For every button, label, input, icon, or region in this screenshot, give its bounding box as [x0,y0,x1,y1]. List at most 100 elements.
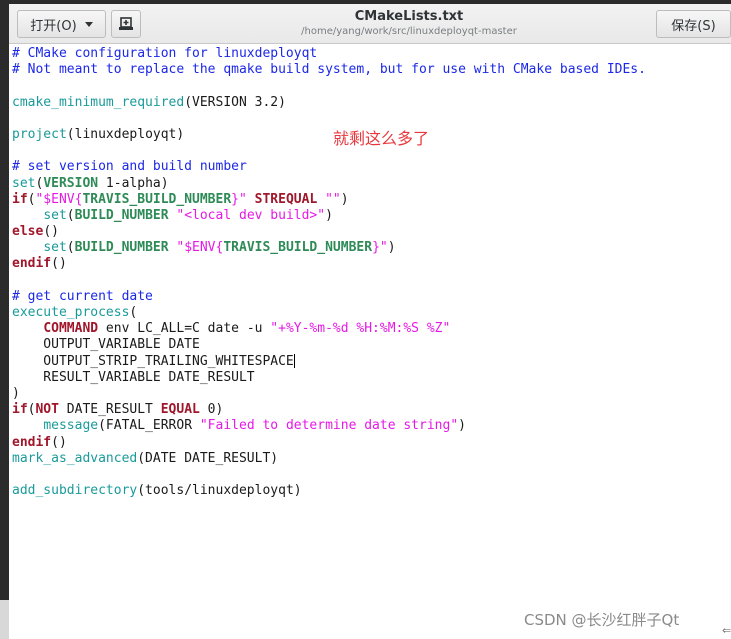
code-token: "$ENV{ [35,191,83,207]
code-token: OUTPUT_STRIP_TRAILING_WHITESPACE [12,353,294,369]
code-line: set(VERSION 1-alpha) [12,176,646,192]
code-token: BUILD_NUMBER [74,207,169,223]
code-line: endif() [12,256,646,272]
code-token: ) [12,385,20,401]
code-line: message(FATAL_ERROR "Failed to determine… [12,418,646,434]
code-line: else() [12,224,646,240]
code-line: execute_process( [12,305,646,321]
code-token: DATE_RESULT [58,402,161,418]
code-token: # get current date [12,288,153,304]
save-label: 保存(S) [671,18,716,34]
code-token: RESULT_VARIABLE DATE_RESULT [12,369,255,385]
save-button[interactable]: 保存(S) [656,10,731,38]
file-path: /home/yang/work/src/linuxdeployqt-master [301,26,517,37]
code-token: # set version and build number [12,159,247,175]
code-token: "+%Y-%m-%d %H:%M:%S %Z" [270,321,451,337]
code-token: cmake_minimum_required [12,94,185,110]
code-line: add_subdirectory(tools/linuxdeployqt) [12,483,646,499]
code-line: OUTPUT_VARIABLE DATE [12,337,646,353]
code-token: set [12,175,36,191]
code-token: TRAVIS_BUILD_NUMBER [223,240,373,256]
code-token: set [43,207,67,223]
code-token: else [12,224,44,240]
code-token: () [43,224,59,240]
code-line: RESULT_VARIABLE DATE_RESULT [12,370,646,386]
code-line: cmake_minimum_required(VERSION 3.2) [12,95,646,111]
code-token: (tools/linuxdeployqt) [137,483,302,499]
code-token: STREQUAL [254,191,318,207]
code-token: endif [12,256,52,272]
code-line: COMMAND env LC_ALL=C date -u "+%Y-%m-%d … [12,321,646,337]
code-token: execute_process [12,305,130,320]
code-token: EQUAL [160,402,200,418]
code-line: endif() [12,435,646,451]
code-token: TRAVIS_BUILD_NUMBER [82,191,232,207]
header-bar: 打开(O) CMakeLists.txt /home/yang/work/src… [9,4,731,44]
text-cursor [293,354,295,369]
open-label: 打开(O) [30,18,77,34]
code-token: NOT [35,402,59,418]
code-token: # Not meant to replace the qmake build s… [12,62,646,78]
code-token: (FATAL_ERROR [98,418,200,434]
code-token: (DATE DATE_RESULT) [137,450,279,466]
code-line: set(BUILD_NUMBER "<local dev build>") [12,208,646,224]
new-document-button[interactable] [111,10,141,38]
code-token: ( [129,305,138,320]
watermark: CSDN @长沙红胖子Qt [524,611,680,629]
code-line: # get current date [12,289,646,305]
code-line: if("$ENV{TRAVIS_BUILD_NUMBER}" STREQUAL … [12,192,646,208]
code-token: ) [325,207,333,223]
background-window-strip [0,0,9,639]
code-line: set(BUILD_NUMBER "$ENV{TRAVIS_BUILD_NUMB… [12,240,646,256]
code-token: message [43,418,99,434]
code-token: if [12,191,28,207]
code-token: if [12,402,28,418]
window-title: CMakeLists.txt [354,9,464,24]
title-block: CMakeLists.txt /home/yang/work/src/linux… [209,8,609,39]
code-line: if(NOT DATE_RESULT EQUAL 0) [12,402,646,418]
code-token: () [51,256,67,272]
code-line: ​ [12,111,646,127]
code-line: ​ [12,143,646,159]
code-token: VERSION [43,175,99,191]
code-token: }" [231,191,247,207]
code-token: "" [325,191,341,207]
code-token: add_subdirectory [12,483,138,499]
code-token: ( [66,240,75,256]
code-line: # Not meant to replace the qmake build s… [12,62,646,78]
code-line: project(linuxdeployqt) [12,127,646,143]
code-token: env LC_ALL=C date -u [98,321,271,337]
code-token: 1-alpha) [98,175,169,191]
code-token: endif [12,434,52,450]
strip-light-segment [0,600,9,639]
code-line: # CMake configuration for linuxdeployqt [12,46,646,62]
code-line: ​ [12,467,646,483]
code-token: mark_as_advanced [12,450,138,466]
code-line: ​ [12,273,646,289]
code-content[interactable]: # CMake configuration for linuxdeployqt #… [12,46,646,499]
code-token: "$ENV{ [176,240,224,256]
code-token: }" [372,240,388,256]
code-token: set [43,240,67,256]
code-token: ) [340,191,349,207]
corner-arrow-icon: ⇐ [722,624,731,637]
code-token: project [12,126,67,142]
open-button[interactable]: 打开(O) [17,10,106,38]
code-line: ) [12,386,646,402]
code-token: "Failed to determine date string" [199,418,459,434]
code-token: OUTPUT_VARIABLE DATE [12,337,200,353]
code-line: OUTPUT_STRIP_TRAILING_WHITESPACE [12,354,646,370]
code-line: ​ [12,78,646,94]
new-document-icon [119,17,133,30]
code-token: () [51,434,67,450]
code-line: # set version and build number [12,159,646,175]
code-token: 0) [199,402,224,418]
code-line: mark_as_advanced(DATE DATE_RESULT) [12,451,646,467]
annotation-text: 就剩这么多了 [333,129,430,148]
